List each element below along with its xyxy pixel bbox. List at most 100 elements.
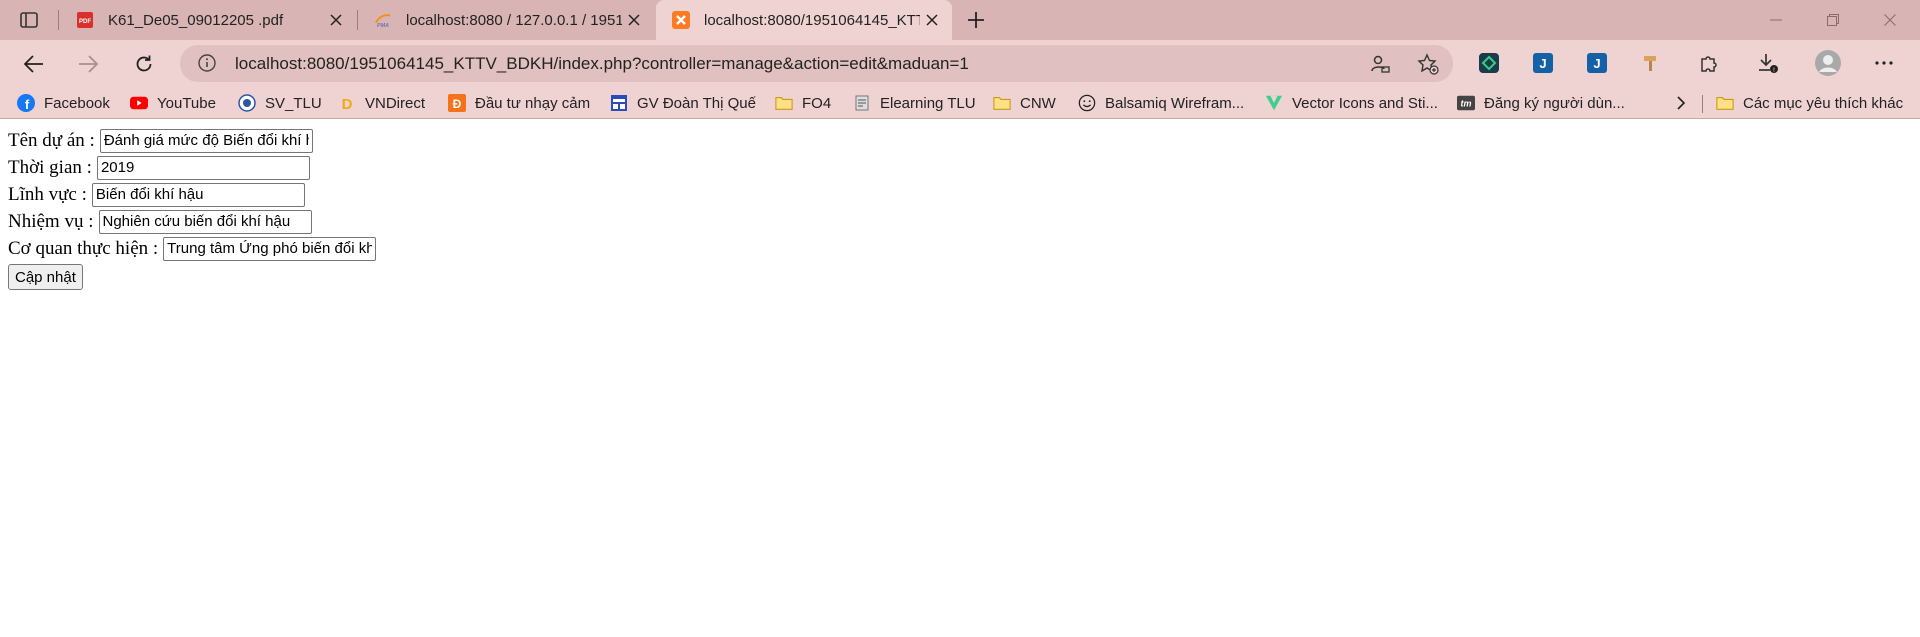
plus-icon	[968, 12, 984, 28]
restore-icon	[1827, 14, 1839, 26]
extension-j2-icon[interactable]: J	[1585, 51, 1609, 75]
restore-button[interactable]	[1808, 0, 1858, 40]
bookmark-gv[interactable]: GV Đoàn Thị Quế	[610, 91, 756, 115]
bookmarks-bar: f Facebook YouTube SV_TLU D VNDirect Đ Đ…	[0, 88, 1920, 119]
chevron-right-icon	[1672, 94, 1690, 112]
extension-j-icon[interactable]: J	[1531, 51, 1555, 75]
bookmark-label: Đầu tư nhạy cảm	[475, 94, 591, 112]
page-content: Tên dự án : Thời gian : Lĩnh vực : Nhiệm…	[0, 119, 1920, 298]
tab-pdf[interactable]: PDF K61_De05_09012205 .pdf	[60, 0, 356, 40]
bookmark-vndirect[interactable]: D VNDirect	[338, 91, 425, 115]
bookmark-label: Vector Icons and Sti...	[1292, 94, 1438, 112]
extension-brush-icon[interactable]	[1639, 51, 1663, 75]
invest-icon: Đ	[448, 94, 466, 112]
bookmark-label: Balsamiq Wirefram...	[1105, 94, 1245, 112]
co-quan-input[interactable]	[163, 236, 377, 261]
pdf-icon: PDF	[76, 11, 94, 29]
form-row-nhiem-vu: Nhiệm vụ :	[8, 208, 1912, 235]
nhiem-vu-input[interactable]	[98, 209, 312, 234]
bookmark-label: VNDirect	[365, 94, 426, 112]
tab-phpmyadmin[interactable]: PMA localhost:8080 / 127.0.0.1 / 1951064…	[358, 0, 654, 40]
field-label: Thời gian :	[8, 156, 92, 178]
bookmark-balsamiq[interactable]: Balsamiq Wirefram...	[1078, 91, 1244, 115]
close-icon	[926, 14, 938, 26]
form-row-thoi-gian: Thời gian :	[8, 154, 1912, 181]
svg-text:f: f	[25, 97, 30, 112]
field-label: Lĩnh vực :	[8, 183, 87, 205]
refresh-icon	[136, 55, 152, 72]
profile-lock-icon[interactable]	[1368, 52, 1392, 76]
close-window-button[interactable]	[1865, 0, 1915, 40]
thoi-gian-input[interactable]	[96, 155, 310, 180]
refresh-button[interactable]	[126, 46, 162, 82]
site-info-icon[interactable]	[198, 54, 216, 77]
bookmark-sv-tlu[interactable]: SV_TLU	[238, 91, 322, 115]
close-icon	[330, 14, 342, 26]
bookmarks-overflow-button[interactable]	[1672, 91, 1699, 115]
vector-icon	[1265, 94, 1283, 112]
tm-icon: tm	[1457, 94, 1475, 112]
folder-icon	[775, 94, 793, 112]
address-bar[interactable]: localhost:8080/1951064145_KTTV_BDKH/inde…	[180, 45, 1453, 82]
close-tab-button[interactable]	[622, 8, 646, 32]
tab-title: K61_De05_09012205 .pdf	[108, 11, 284, 29]
bookmark-label: FO4	[802, 94, 832, 112]
bookmark-label: SV_TLU	[265, 94, 322, 112]
vndirect-icon: D	[338, 94, 356, 112]
bookmark-vector-icons[interactable]: Vector Icons and Sti...	[1265, 91, 1438, 115]
facebook-icon: f	[17, 94, 35, 112]
extensions-puzzle-icon[interactable]	[1697, 51, 1721, 75]
more-menu-icon[interactable]	[1872, 51, 1896, 75]
new-tab-button[interactable]	[948, 0, 1004, 40]
navigation-bar: localhost:8080/1951064145_KTTV_BDKH/inde…	[0, 40, 1920, 88]
minimize-icon	[1770, 19, 1782, 21]
browser-chrome: PDF K61_De05_09012205 .pdf PMA localhost…	[0, 0, 1920, 119]
add-favorite-icon[interactable]	[1416, 52, 1440, 76]
bookmark-cnw[interactable]: CNW	[993, 91, 1056, 115]
close-tab-button[interactable]	[920, 8, 944, 32]
youtube-icon	[130, 94, 148, 112]
bookmark-dau-tu[interactable]: Đ Đầu tư nhạy cảm	[448, 91, 590, 115]
tlu-icon	[238, 94, 256, 112]
other-favorites-label: Các mục yêu thích khác	[1743, 94, 1904, 112]
minimize-button[interactable]	[1751, 0, 1801, 40]
linh-vuc-input[interactable]	[91, 182, 305, 207]
field-label: Tên dự án :	[8, 129, 95, 151]
smiley-icon	[1078, 94, 1096, 112]
other-favorites[interactable]: Các mục yêu thích khác	[1716, 91, 1903, 115]
elearning-icon	[853, 94, 871, 112]
bookmark-fo4[interactable]: FO4	[775, 91, 831, 115]
form-row-ten-du-an: Tên dự án :	[8, 127, 1912, 154]
tab-bar: PDF K61_De05_09012205 .pdf PMA localhost…	[0, 0, 1920, 40]
tab-localhost-active[interactable]: localhost:8080/1951064145_KTTV_BDKH/inde…	[656, 0, 952, 40]
bookmark-label: Elearning TLU	[880, 94, 976, 112]
profile-avatar-icon[interactable]	[1814, 49, 1842, 77]
back-arrow-icon	[24, 55, 43, 73]
downloads-icon[interactable]: !	[1756, 51, 1780, 75]
extension-green-icon[interactable]	[1477, 51, 1501, 75]
bookmark-elearning[interactable]: Elearning TLU	[853, 91, 976, 115]
grid-icon	[610, 94, 628, 112]
folder-icon	[993, 94, 1011, 112]
bookmark-dang-ky[interactable]: tm Đăng ký người dùn...	[1457, 91, 1625, 115]
back-button[interactable]	[16, 46, 52, 82]
forward-button[interactable]	[70, 46, 106, 82]
svg-text:PDF: PDF	[79, 19, 91, 25]
folder-icon	[1716, 94, 1734, 112]
tab-actions-icon	[20, 12, 38, 28]
bookmark-label: Đăng ký người dùn...	[1484, 94, 1625, 112]
update-button[interactable]: Cập nhật	[8, 264, 83, 290]
xampp-icon	[672, 11, 690, 29]
tab-actions-button[interactable]	[0, 0, 58, 40]
forward-arrow-icon	[79, 55, 98, 73]
tab-title: localhost:8080/1951064145_KTTV_BDKH/inde…	[704, 11, 920, 29]
ten-du-an-input[interactable]	[99, 128, 313, 153]
field-label: Nhiệm vụ :	[8, 210, 94, 232]
bookmark-facebook[interactable]: f Facebook	[17, 91, 110, 115]
close-tab-button[interactable]	[324, 8, 348, 32]
svg-text:J: J	[1539, 56, 1546, 71]
bookmark-label: CNW	[1020, 94, 1056, 112]
bookmark-youtube[interactable]: YouTube	[130, 91, 216, 115]
bookmark-label: GV Đoàn Thị Quế	[637, 94, 756, 112]
svg-text:tm: tm	[1461, 99, 1472, 109]
